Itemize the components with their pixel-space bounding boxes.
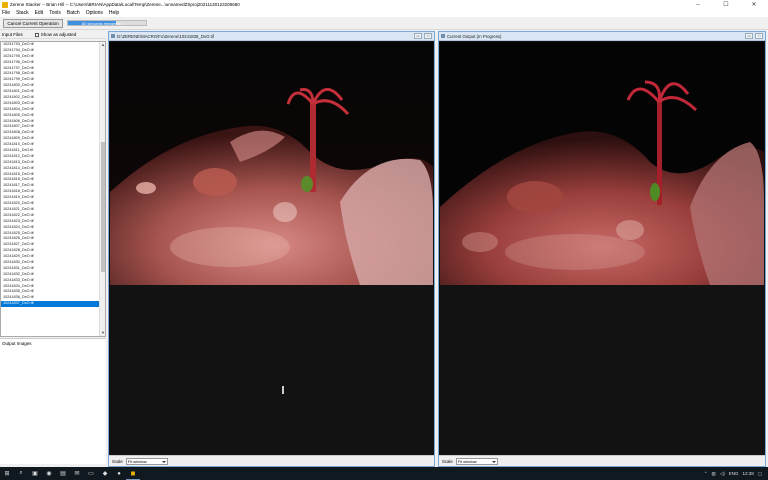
output-scale-select[interactable]: Fit window: [455, 457, 498, 465]
restore-button[interactable]: ▭: [745, 33, 753, 39]
output-scale-label: Scale: [442, 458, 453, 464]
file-list-scrollbar[interactable]: ▲ ▼: [99, 42, 105, 336]
chevron-up-icon[interactable]: ⌃: [704, 471, 708, 477]
input-files-header: Input Files Show as adjusted: [0, 31, 106, 39]
window-icon: [111, 34, 115, 38]
title-bar: Zerene Stacker -- Brian Hill -- C:\Users…: [0, 0, 768, 9]
input-file-list[interactable]: 10241793_DxO.tif 10241794_DxO.tif 10241795…: [0, 41, 106, 337]
store-icon[interactable]: ▤: [56, 467, 70, 480]
maximize-button[interactable]: ☐: [712, 0, 740, 9]
mail-icon[interactable]: ✉: [70, 467, 84, 480]
output-images-label: Output Images: [2, 340, 32, 346]
output-image: [440, 42, 764, 285]
source-scale-select[interactable]: Fit window: [125, 457, 168, 465]
file-list-item[interactable]: 10241837_DxO.tif: [1, 301, 105, 308]
text-cursor-icon: [282, 386, 284, 394]
menu-options[interactable]: Options: [86, 10, 103, 16]
notifications-icon[interactable]: ▢: [758, 471, 762, 477]
input-files-label: Input Files: [2, 32, 23, 37]
output-window-title: Current Output (In Progress): [447, 33, 502, 39]
maximize-button[interactable]: □: [755, 33, 763, 39]
progress-text: 80 seconds remaining: [82, 21, 122, 26]
show-adjusted-checkbox[interactable]: [34, 32, 39, 37]
network-icon[interactable]: ▥: [711, 471, 715, 477]
source-image-window: D:\ZERENE\MACRO\Fo\Zerene\10241838_DxO.t…: [108, 31, 435, 467]
scroll-down-icon[interactable]: ▼: [100, 330, 105, 336]
menu-file[interactable]: File: [2, 10, 10, 16]
cancel-operation-button[interactable]: Cancel Current Operation: [3, 18, 63, 28]
progress-bar: 80 seconds remaining: [67, 20, 147, 26]
zerene-app-icon: [2, 1, 8, 8]
task-view-icon[interactable]: ▣: [28, 467, 42, 480]
output-images-header: Output Images: [0, 339, 106, 347]
minimize-button[interactable]: –: [684, 0, 712, 9]
source-image: [110, 42, 433, 285]
menu-edit[interactable]: Edit: [35, 10, 44, 16]
window-title: Zerene Stacker -- Brian Hill -- C:\Users…: [10, 2, 240, 7]
restore-button[interactable]: ▭: [414, 33, 422, 39]
zerene-icon[interactable]: ◼: [126, 467, 140, 480]
show-adjusted-label: Show as adjusted: [40, 32, 77, 37]
menu-help[interactable]: Help: [109, 10, 119, 16]
volume-icon[interactable]: ◁): [720, 471, 725, 477]
menu-bar: File Stack Edit Tools Batch Options Help: [0, 9, 768, 17]
source-window-titlebar: D:\ZERENE\MACRO\Fo\Zerene\10241838_DxO.t…: [109, 32, 434, 41]
scroll-up-icon[interactable]: ▲: [100, 42, 105, 48]
app-icon-1[interactable]: ◆: [98, 467, 112, 480]
output-scale-bar: Scale Fit window: [439, 455, 765, 466]
language-indicator[interactable]: ENG: [729, 471, 739, 476]
search-icon[interactable]: ⌕: [14, 467, 28, 480]
menu-stack[interactable]: Stack: [16, 10, 29, 16]
system-tray: ⌃ ▥ ◁) ENG 12:38 ▢: [704, 467, 762, 480]
window-icon: [441, 34, 445, 38]
maximize-button[interactable]: □: [424, 33, 432, 39]
toolbar: Cancel Current Operation 80 seconds rema…: [0, 17, 768, 30]
output-images-panel: Output Images: [0, 338, 106, 464]
explorer-icon[interactable]: ▭: [84, 467, 98, 480]
app-icon-2[interactable]: ●: [112, 467, 126, 480]
output-window-titlebar: Current Output (In Progress) ▭ □: [439, 32, 765, 41]
close-button[interactable]: ✕: [740, 0, 768, 9]
output-image-window: Current Output (In Progress) ▭ □ Scale F…: [438, 31, 766, 467]
windows-start-icon[interactable]: ⊞: [0, 467, 14, 480]
taskbar: ⊞ ⌕ ▣ ◉ ▤ ✉ ▭ ◆ ● ◼ ⌃ ▥ ◁) ENG 12:38 ▢: [0, 467, 768, 480]
menu-tools[interactable]: Tools: [49, 10, 61, 16]
source-window-title: D:\ZERENE\MACRO\Fo\Zerene\10241838_DxO.t…: [117, 33, 214, 39]
edge-browser-icon[interactable]: ◉: [42, 467, 56, 480]
clock[interactable]: 12:38: [742, 471, 753, 476]
source-scale-bar: Scale Fit window: [109, 455, 434, 466]
left-panel: Input Files Show as adjusted 10241793_Dx…: [0, 31, 106, 467]
menu-batch[interactable]: Batch: [67, 10, 80, 16]
scroll-thumb[interactable]: [101, 142, 105, 272]
source-scale-label: Scale: [112, 458, 123, 464]
